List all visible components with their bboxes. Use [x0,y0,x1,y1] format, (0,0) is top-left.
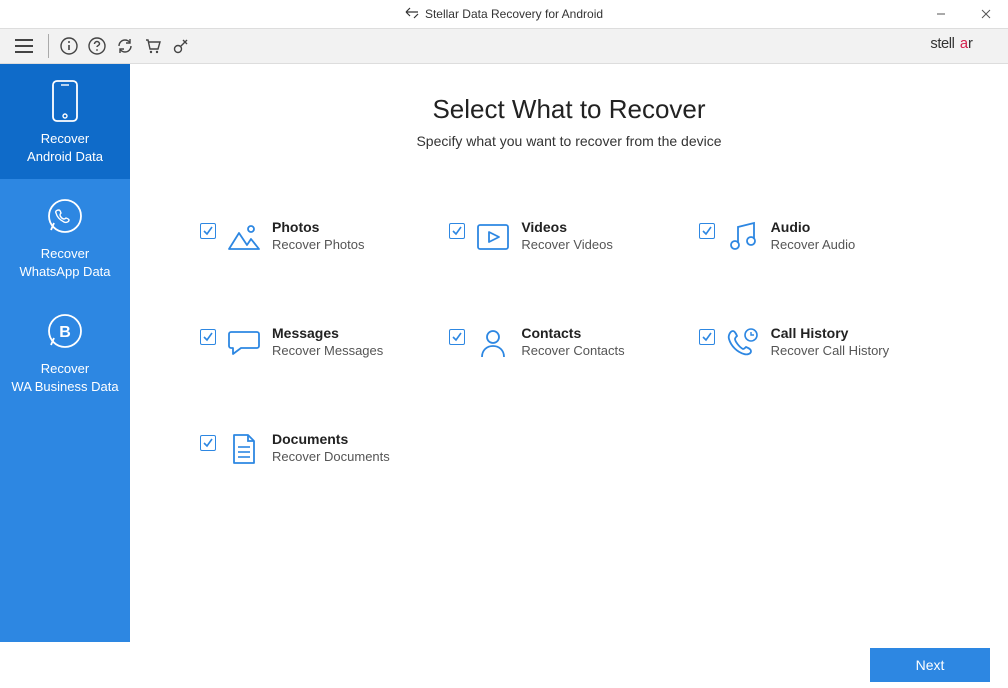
option-messages[interactable]: Messages Recover Messages [200,325,439,361]
option-videos[interactable]: Videos Recover Videos [449,219,688,255]
contacts-icon [475,325,511,361]
help-icon[interactable] [85,34,109,58]
checkbox[interactable] [699,223,715,239]
option-call-history[interactable]: Call History Recover Call History [699,325,938,361]
option-title: Contacts [521,325,624,341]
option-contacts[interactable]: Contacts Recover Contacts [449,325,688,361]
option-subtitle: Recover Audio [771,237,856,252]
option-subtitle: Recover Messages [272,343,383,358]
sidebar-item-wa-business-data[interactable]: B Recover WA Business Data [0,294,130,409]
svg-text:B: B [59,324,71,341]
main-area: Recover Android Data Recover WhatsApp Da… [0,64,1008,642]
toolbar: stellar [0,28,1008,64]
key-icon[interactable] [169,34,193,58]
content-area: Select What to Recover Specify what you … [130,64,1008,642]
whatsapp-icon [4,193,126,239]
option-title: Photos [272,219,365,235]
checkbox[interactable] [200,329,216,345]
sidebar: Recover Android Data Recover WhatsApp Da… [0,64,130,642]
documents-icon [226,431,262,467]
option-title: Audio [771,219,856,235]
options-grid: Photos Recover Photos Videos Recover Vid… [170,219,968,467]
phone-icon [4,78,126,124]
option-subtitle: Recover Documents [272,449,390,464]
option-title: Call History [771,325,889,341]
minimize-button[interactable] [918,0,963,28]
videos-icon [475,219,511,255]
back-arrow-icon [405,7,419,22]
toolbar-separator [48,34,49,58]
checkbox[interactable] [200,435,216,451]
title-bar: Stellar Data Recovery for Android [0,0,1008,28]
svg-text:r: r [968,36,973,52]
window-controls [918,0,1008,28]
sidebar-item-android-data[interactable]: Recover Android Data [0,64,130,179]
sidebar-item-whatsapp-data[interactable]: Recover WhatsApp Data [0,179,130,294]
sidebar-item-label: Recover WhatsApp Data [4,245,126,280]
option-subtitle: Recover Photos [272,237,365,252]
option-audio[interactable]: Audio Recover Audio [699,219,938,255]
checkbox[interactable] [449,223,465,239]
info-icon[interactable] [57,34,81,58]
option-subtitle: Recover Call History [771,343,889,358]
menu-icon[interactable] [12,34,36,58]
page-subheading: Specify what you want to recover from th… [170,133,968,149]
wa-business-icon: B [4,308,126,354]
checkbox[interactable] [699,329,715,345]
option-title: Documents [272,431,390,447]
option-documents[interactable]: Documents Recover Documents [200,431,439,467]
call-history-icon [725,325,761,361]
checkbox[interactable] [449,329,465,345]
checkbox[interactable] [200,223,216,239]
option-photos[interactable]: Photos Recover Photos [200,219,439,255]
option-subtitle: Recover Videos [521,237,613,252]
close-button[interactable] [963,0,1008,28]
photos-icon [226,219,262,255]
messages-icon [226,325,262,361]
option-subtitle: Recover Contacts [521,343,624,358]
audio-icon [725,219,761,255]
refresh-icon[interactable] [113,34,137,58]
next-button[interactable]: Next [870,648,990,682]
svg-text:stell: stell [930,36,954,52]
page-heading: Select What to Recover [170,94,968,125]
sidebar-item-label: Recover WA Business Data [4,360,126,395]
cart-icon[interactable] [141,34,165,58]
sidebar-item-label: Recover Android Data [4,130,126,165]
footer: Next [0,642,1008,688]
window-title: Stellar Data Recovery for Android [425,7,603,21]
option-title: Messages [272,325,383,341]
brand-logo: stellar [924,34,994,58]
option-title: Videos [521,219,613,235]
